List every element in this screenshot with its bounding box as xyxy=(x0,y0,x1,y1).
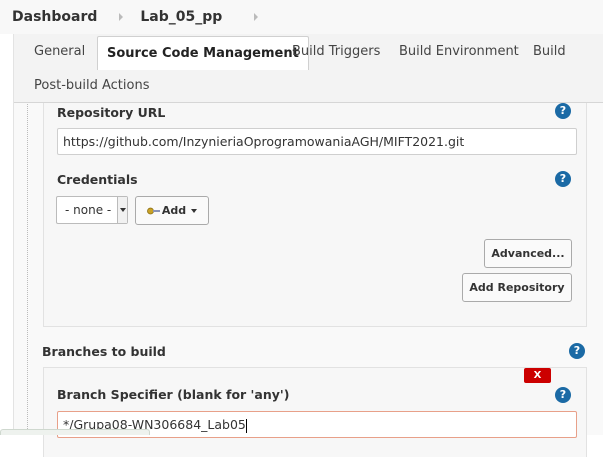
key-icon xyxy=(146,207,160,215)
config-panel: General Source Code Management Build Tri… xyxy=(13,34,603,457)
text-cursor xyxy=(245,418,247,433)
add-credentials-label: Add xyxy=(161,204,187,217)
tab-build-environment[interactable]: Build Environment xyxy=(399,35,519,69)
scm-repository-section: Repository URL ? https://github.com/Inzy… xyxy=(43,103,587,327)
delete-branch-button[interactable]: X xyxy=(524,368,551,383)
breadcrumb-dashboard[interactable]: Dashboard xyxy=(0,9,97,25)
branch-specifier-label: Branch Specifier (blank for 'any') xyxy=(57,387,290,402)
bottom-notification-tab xyxy=(0,429,150,435)
chevron-down-icon xyxy=(117,197,127,223)
breadcrumb: Dashboard Lab_05_pp xyxy=(0,0,603,34)
add-credentials-button[interactable]: Add xyxy=(135,196,209,225)
section-indent-rule xyxy=(27,104,28,435)
credentials-help-icon[interactable]: ? xyxy=(555,171,571,187)
branches-help-icon[interactable]: ? xyxy=(569,343,585,359)
tab-build-triggers[interactable]: Build Triggers xyxy=(292,35,380,69)
branch-spec-section: X Branch Specifier (blank for 'any') ? *… xyxy=(43,367,587,457)
add-repository-button[interactable]: Add Repository xyxy=(462,273,572,302)
advanced-button[interactable]: Advanced... xyxy=(484,239,572,268)
tab-source-code-management[interactable]: Source Code Management xyxy=(97,36,309,70)
config-tabbar: General Source Code Management Build Tri… xyxy=(14,34,603,103)
tab-build[interactable]: Build xyxy=(533,35,566,69)
credentials-label: Credentials xyxy=(57,172,138,187)
breadcrumb-separator-icon xyxy=(119,13,124,21)
breadcrumb-job[interactable]: Lab_05_pp xyxy=(140,9,222,25)
repository-url-input[interactable]: https://github.com/InzynieriaOprogramowa… xyxy=(57,128,577,155)
credentials-select[interactable]: - none - xyxy=(56,196,128,224)
branches-to-build-label: Branches to build xyxy=(42,344,166,359)
repository-url-help-icon[interactable]: ? xyxy=(555,103,571,119)
credentials-selected-value: - none - xyxy=(65,203,112,217)
branch-specifier-help-icon[interactable]: ? xyxy=(555,387,571,403)
tab-post-build-actions[interactable]: Post-build Actions xyxy=(34,69,149,103)
caret-down-icon xyxy=(191,209,198,213)
tab-general[interactable]: General xyxy=(34,35,85,69)
repository-url-label: Repository URL xyxy=(57,105,166,120)
breadcrumb-separator-icon xyxy=(254,13,259,21)
